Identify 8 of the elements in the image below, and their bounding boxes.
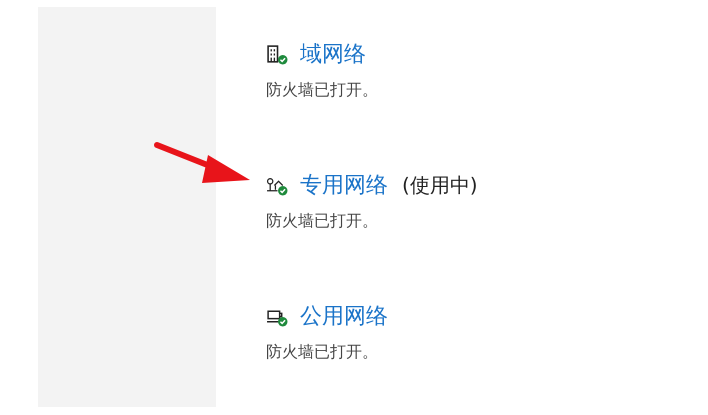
in-use-label: (使用中) [402,172,478,198]
network-link[interactable]: 域网络 [300,39,366,69]
firewall-status: 防火墙已打开。 [266,211,379,232]
firewall-status: 防火墙已打开。 [266,342,379,363]
network-link[interactable]: 专用网络 [300,170,388,200]
building-icon [266,44,288,64]
firewall-status: 防火墙已打开。 [266,80,379,101]
network-link[interactable]: 公用网络 [300,301,388,331]
